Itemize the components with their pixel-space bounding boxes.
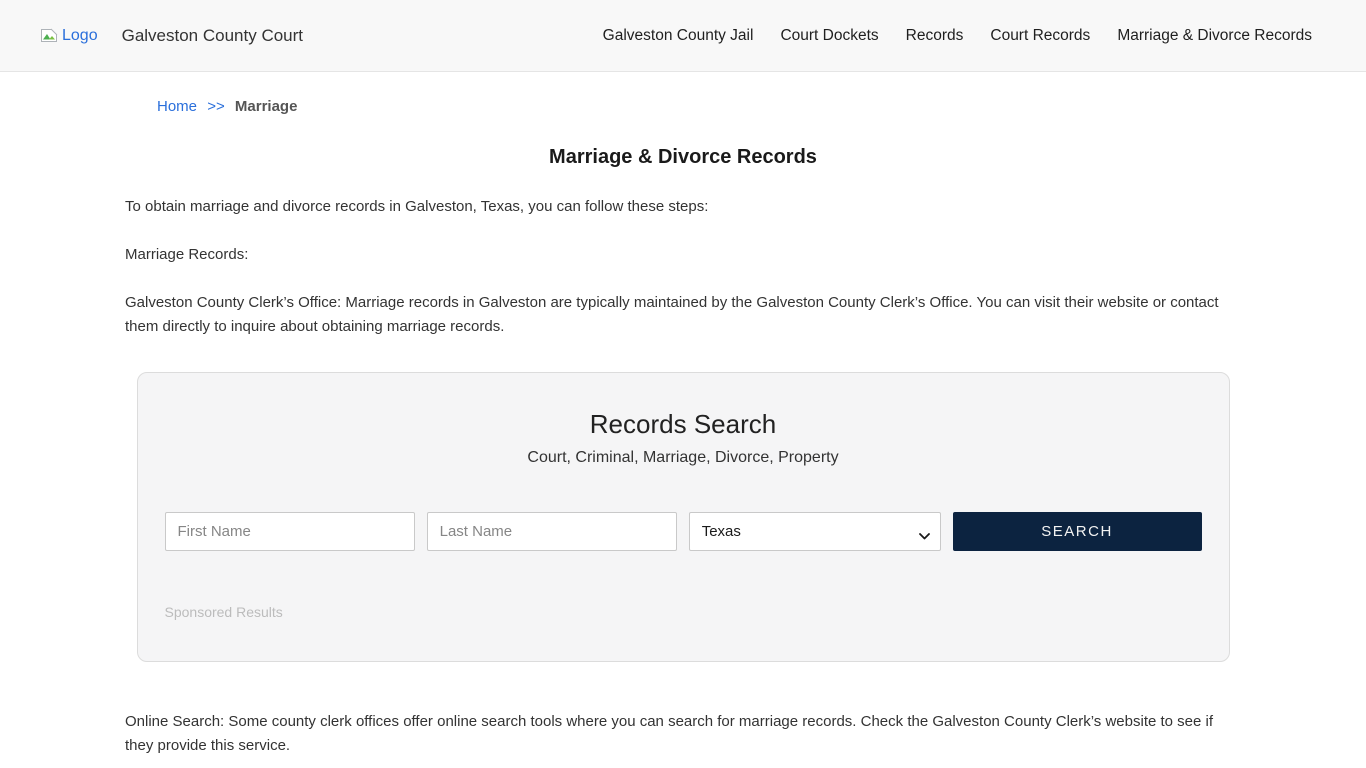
records-search-title: Records Search <box>589 409 777 439</box>
records-search-widget: Records Search Court, Criminal, Marriage… <box>136 372 1230 662</box>
first-name-input[interactable] <box>164 512 415 551</box>
nav-item-galveston-county-jail[interactable]: Galveston County Jail <box>603 27 754 45</box>
online-search-paragraph: Online Search: Some county clerk offices… <box>125 713 1214 754</box>
records-search-subtitle: Court, Criminal, Marriage, Divorce, Prop… <box>527 449 839 466</box>
site-title: Galveston County Court <box>121 25 304 45</box>
page-title: Marriage & Divorce Records <box>549 146 817 168</box>
main-nav: Galveston County Jail Court Dockets Reco… <box>603 27 1312 45</box>
nav-item-court-records[interactable]: Court Records <box>990 27 1090 45</box>
logo-alt-text: Logo <box>62 26 98 44</box>
logo-link[interactable]: Logo <box>40 27 98 45</box>
clerk-office-paragraph: Galveston County Clerk’s Office: Marriag… <box>125 294 1219 335</box>
breadcrumb-current: Marriage <box>234 98 298 115</box>
nav-item-records[interactable]: Records <box>906 27 964 45</box>
last-name-input[interactable] <box>426 512 677 551</box>
state-select[interactable]: Texas <box>688 512 941 551</box>
marriage-records-label: Marriage Records: <box>125 246 249 263</box>
intro-paragraph: To obtain marriage and divorce records i… <box>125 198 709 215</box>
search-button[interactable]: SEARCH <box>952 512 1202 551</box>
brand: Logo Galveston County Court <box>40 26 303 46</box>
site-header: Logo Galveston County Court Galveston Co… <box>0 0 1366 72</box>
sponsored-results-label: Sponsored Results <box>164 604 283 620</box>
breadcrumb-separator: >> <box>207 98 225 115</box>
nav-item-marriage-divorce-records[interactable]: Marriage & Divorce Records <box>1117 27 1312 45</box>
main-content: Home >> Marriage Marriage & Divorce Reco… <box>125 98 1241 768</box>
nav-item-court-dockets[interactable]: Court Dockets <box>780 27 878 45</box>
records-search-form: Texas SEARCH <box>164 512 1202 551</box>
state-select-wrap: Texas <box>688 512 941 551</box>
breadcrumb: Home >> Marriage <box>157 98 1241 115</box>
logo-broken-image-icon <box>40 27 60 44</box>
breadcrumb-home-link[interactable]: Home <box>157 98 197 115</box>
